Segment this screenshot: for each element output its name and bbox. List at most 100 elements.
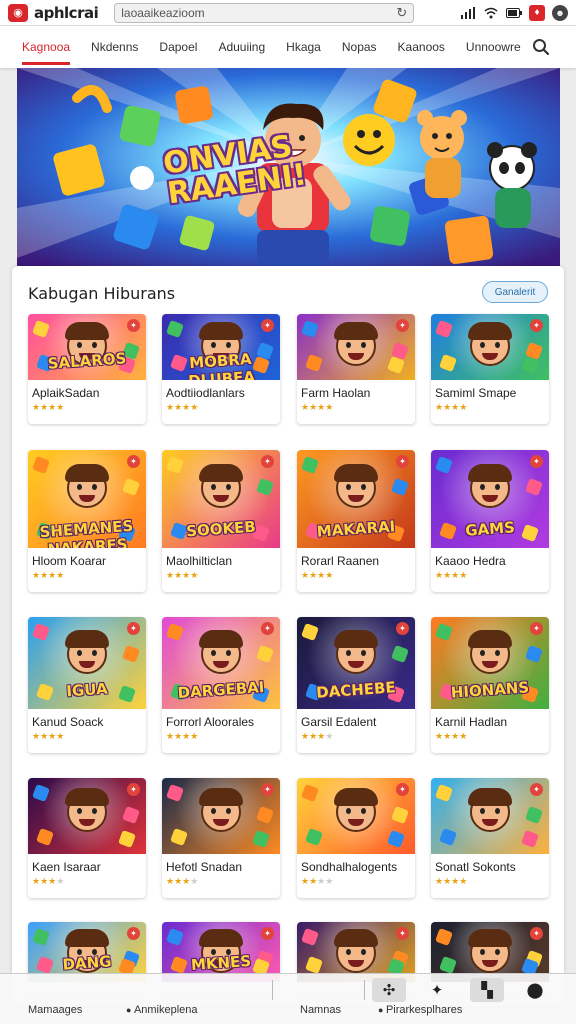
game-card[interactable]: ✦ MAKARAI Rorarl Raanen ★★★★ — [297, 450, 415, 592]
bottom-tab[interactable]: Namnas — [300, 1004, 341, 1016]
game-card[interactable]: ✦ Kaen Isaraar ★★★★ — [28, 778, 146, 898]
character-eye — [361, 808, 366, 814]
nav-tab[interactable]: Nkdenns — [91, 26, 138, 68]
profile-icon[interactable]: ☻ — [552, 4, 568, 21]
game-thumbnail[interactable]: ✦ SOOKEB — [162, 450, 280, 548]
rating-stars: ★★★★ — [162, 874, 280, 887]
game-card[interactable]: ✦ IGUA Kanud Soack ★★★★ — [28, 617, 146, 753]
hero-banner[interactable]: ONVIAS RAAENI! — [17, 68, 560, 266]
sparkle-icon: ✦ — [127, 319, 140, 332]
game-name: Kaaoo Hedra — [435, 554, 506, 568]
character-eye — [346, 650, 351, 656]
nav-tab[interactable]: Dapoel — [159, 26, 197, 68]
search-icon[interactable] — [532, 38, 550, 56]
game-card[interactable]: ✦ HIONANS Karnil Hadlan ★★★★ — [431, 617, 549, 753]
game-thumbnail[interactable]: ✦ MOBRA DLUBEA — [162, 314, 280, 380]
game-thumbnail[interactable]: ✦ SHEMANES NAKARES — [28, 450, 146, 548]
sparkle-icon: ✦ — [396, 319, 409, 332]
game-thumbnail[interactable]: ✦ MAKARAI — [297, 450, 415, 548]
notification-icon[interactable]: ♦ — [529, 4, 545, 21]
game-name: Sonatl Sokonts — [435, 860, 516, 874]
app-logo-icon[interactable]: ◉ — [8, 3, 28, 22]
star-icon: ★ — [443, 731, 452, 741]
nav-tab[interactable]: Kagnooa — [22, 26, 71, 68]
rating-stars: ★★★★ — [431, 400, 549, 413]
gallery-icon[interactable]: ▚ — [470, 978, 504, 1002]
circle-icon: ● — [126, 1005, 134, 1015]
sparkle-icon: ✦ — [396, 622, 409, 635]
game-card[interactable]: ✦ Farm Haolan ★★★★ — [297, 314, 415, 424]
sparkle-icon: ✦ — [396, 783, 409, 796]
star-icon: ★ — [443, 570, 452, 580]
star-icon: ★ — [32, 876, 41, 886]
location-icon[interactable]: ⬤ — [518, 978, 552, 1002]
game-thumbnail[interactable]: ✦ — [431, 314, 549, 380]
character-eye — [346, 949, 351, 955]
star-icon: ★ — [301, 570, 310, 580]
star-icon: ★ — [301, 876, 310, 886]
star-icon[interactable]: ✦ — [420, 978, 454, 1002]
game-thumbnail[interactable]: ✦ — [162, 778, 280, 854]
character-eye — [92, 484, 97, 490]
game-card[interactable]: ✦ Samiml Smape ★★★★ — [431, 314, 549, 424]
rating-stars: ★★★★ — [162, 729, 280, 742]
nav-tab[interactable]: Aduuiing — [218, 26, 265, 68]
bottom-tab[interactable]: ● Pirarkesplhares — [378, 1004, 462, 1016]
game-card[interactable]: ✦ Sonatl Sokonts ★★★★ — [431, 778, 549, 898]
star-icon: ★ — [435, 570, 444, 580]
game-card[interactable]: ✦ Hefotl Snadan ★★★★ — [162, 778, 280, 898]
game-thumbnail[interactable]: ✦ DACHEBE — [297, 617, 415, 709]
game-card[interactable]: ✦ MOBRA DLUBEA Aodtiiodlanlars ★★★★ — [162, 314, 280, 424]
character-hair — [334, 464, 378, 482]
nav-tab[interactable]: Kaanoos — [398, 26, 445, 68]
star-icon: ★ — [174, 876, 183, 886]
status-icons: ♦ ☻ — [460, 4, 568, 21]
game-name: Aodtiiodlanlars — [166, 386, 245, 400]
game-thumbnail[interactable]: ✦ IGUA — [28, 617, 146, 709]
rating-stars: ★★★★ — [297, 729, 415, 742]
sparkle-icon: ✦ — [127, 783, 140, 796]
nav-tab[interactable]: Unnoowre — [466, 26, 521, 68]
star-icon: ★ — [325, 731, 334, 741]
url-field[interactable]: laoaaikeazioom ↻ — [114, 2, 415, 23]
game-card[interactable]: ✦ SHEMANES NAKARES Hloom Koarar ★★★★ — [28, 450, 146, 592]
game-name: Kanud Soack — [32, 715, 104, 729]
nav-tab[interactable]: Nopas — [342, 26, 377, 68]
character-hair — [468, 788, 512, 806]
game-thumbnail[interactable]: ✦ — [28, 778, 146, 854]
game-card[interactable]: ✦ DARGEBAI Forrorl Aloorales ★★★★ — [162, 617, 280, 753]
character-eye — [211, 342, 216, 348]
reload-icon[interactable]: ↻ — [396, 5, 407, 21]
star-icon: ★ — [166, 876, 175, 886]
game-thumbnail[interactable]: ✦ GAMS — [431, 450, 549, 548]
game-thumbnail[interactable]: ✦ SALAROS — [28, 314, 146, 380]
character-eye — [361, 484, 366, 490]
character-eye — [226, 808, 231, 814]
puzzle-icon[interactable]: ✣ — [372, 978, 406, 1002]
see-all-button[interactable]: Ganalerit — [482, 281, 548, 303]
game-thumbnail[interactable]: ✦ — [297, 778, 415, 854]
game-card[interactable]: ✦ DACHEBE Garsil Edalent ★★★★ — [297, 617, 415, 753]
star-icon: ★ — [56, 876, 65, 886]
character-eye — [77, 650, 82, 656]
bottom-tab[interactable]: Mamaages — [28, 1004, 82, 1016]
character-hair — [65, 630, 109, 648]
star-icon: ★ — [325, 570, 334, 580]
game-card[interactable]: ✦ SALAROS AplaikSadan ★★★★ — [28, 314, 146, 424]
game-card[interactable]: ✦ SOOKEB Maolhilticlan ★★★★ — [162, 450, 280, 592]
character-hair — [199, 464, 243, 482]
browser-top-bar: ◉ aphlcrai laoaaikeazioom ↻ ♦ ☻ — [0, 0, 576, 26]
rating-stars: ★★★★ — [28, 874, 146, 887]
bottom-tab[interactable]: ● Anmikeplena — [126, 1004, 198, 1016]
game-thumbnail[interactable]: ✦ — [431, 778, 549, 854]
star-icon: ★ — [40, 876, 49, 886]
nav-tab[interactable]: Hkaga — [286, 26, 321, 68]
game-card[interactable]: ✦ Sondhalhalogents ★★★★ — [297, 778, 415, 898]
game-thumbnail[interactable]: ✦ — [297, 314, 415, 380]
game-card[interactable]: ✦ GAMS Kaaoo Hedra ★★★★ — [431, 450, 549, 592]
game-thumbnail[interactable]: ✦ HIONANS — [431, 617, 549, 709]
sparkle-icon: ✦ — [127, 927, 140, 940]
game-thumbnail[interactable]: ✦ DARGEBAI — [162, 617, 280, 709]
star-icon: ★ — [40, 731, 49, 741]
character-hair — [199, 322, 243, 340]
